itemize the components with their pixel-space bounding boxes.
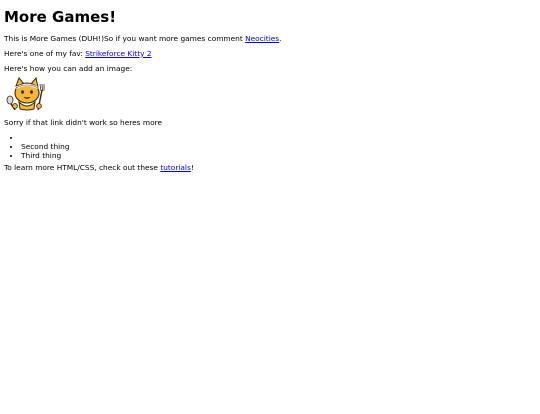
strikeforce-kitty-link[interactable]: Strikeforce Kitty 2 [85, 49, 151, 58]
image-intro-text: Here's how you can add an image: [4, 64, 133, 73]
fav-text: Here's one of my fav: [4, 48, 86, 58]
learn-text: To learn more HTML/CSS, check out these [4, 163, 161, 172]
things-list: Second thing Third thing [4, 133, 536, 161]
page-content: More Games! This is More Games (DUH!)So … [0, 9, 540, 172]
sorry-text: Sorry if that link didn't work so heres … [4, 118, 163, 128]
learn-suffix: ! [190, 163, 194, 172]
tutorials-link[interactable]: tutorials [160, 163, 191, 172]
fav-paragraph: Here's one of my fav: Strikeforce Kitty … [4, 49, 536, 58]
cat-mascot-icon [5, 76, 49, 112]
learn-paragraph: To learn more HTML/CSS, check out these … [4, 163, 536, 172]
list-item: Third thing [21, 151, 536, 160]
intro-suffix: . [279, 33, 282, 43]
page-title: More Games! [4, 8, 117, 26]
intro-text: This is More Games (DUH!)So if you want … [4, 33, 246, 43]
list-item: Second thing [21, 142, 536, 151]
list-item [21, 133, 536, 142]
neocities-link[interactable]: Neocities [245, 34, 279, 43]
intro-paragraph: This is More Games (DUH!)So if you want … [4, 34, 536, 43]
